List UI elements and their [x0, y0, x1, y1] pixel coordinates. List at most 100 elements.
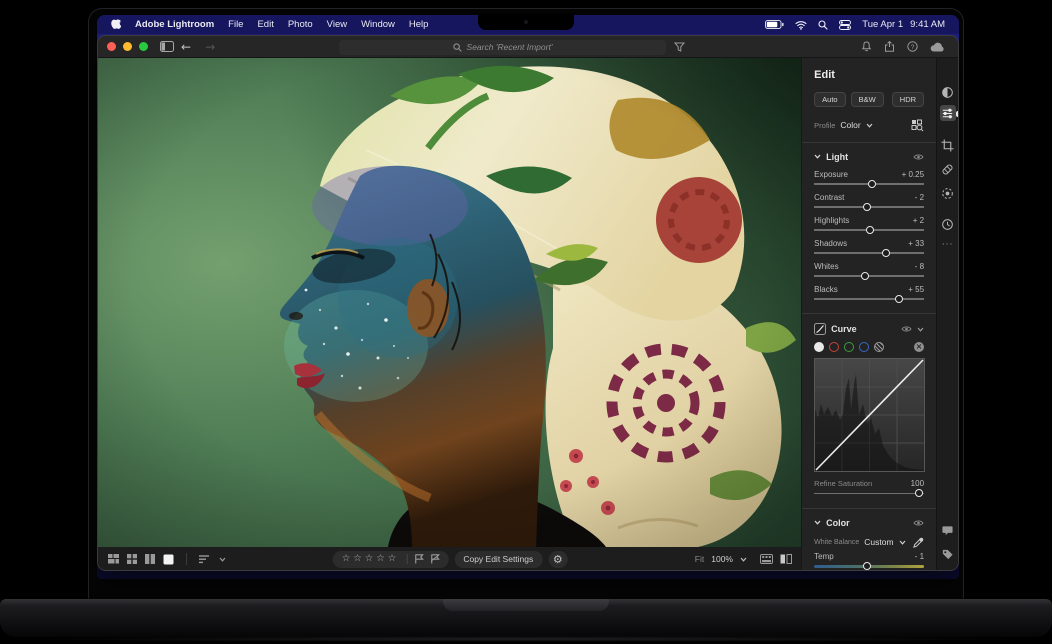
slider-knob[interactable]	[863, 203, 871, 211]
tone-adjust-tool[interactable]	[940, 84, 956, 100]
copy-edit-settings-button[interactable]: Copy Edit Settings	[454, 551, 542, 568]
slider-track[interactable]	[814, 179, 924, 188]
share-icon[interactable]	[884, 41, 895, 52]
slider-knob[interactable]	[866, 226, 874, 234]
slider-track[interactable]	[814, 271, 924, 280]
comments-button[interactable]	[940, 523, 956, 539]
pick-flag-icon[interactable]	[414, 554, 423, 564]
slider-track[interactable]	[814, 202, 924, 211]
slider-track[interactable]	[814, 294, 924, 303]
menu-photo[interactable]: Photo	[288, 19, 313, 30]
menubar-app-name[interactable]: Adobe Lightroom	[135, 19, 214, 30]
photo-canvas[interactable]: ☆☆☆☆☆ Copy Edit Settings	[98, 58, 801, 571]
before-after-icon[interactable]	[780, 554, 792, 564]
sliders-icon	[941, 107, 954, 120]
minimize-button[interactable]	[123, 42, 132, 51]
detail-view-icon[interactable]	[163, 554, 174, 565]
filmstrip-toggle-icon[interactable]	[760, 554, 773, 564]
versions-tool[interactable]	[940, 216, 956, 232]
eyedropper-icon[interactable]	[913, 537, 924, 548]
spotlight-search-icon[interactable]	[818, 20, 828, 30]
slider-value: - 8	[915, 262, 924, 271]
curve-reset-button[interactable]: ×	[914, 342, 924, 352]
slider-knob[interactable]	[861, 272, 869, 280]
zoom-level[interactable]: 100%	[711, 554, 733, 564]
menu-view[interactable]: View	[327, 19, 347, 30]
sidebar-toggle-icon[interactable]	[160, 41, 174, 52]
keywords-button[interactable]	[940, 546, 956, 562]
reject-flag-icon[interactable]	[430, 554, 439, 564]
filter-icon[interactable]	[674, 42, 685, 52]
star-rating[interactable]: ☆☆☆☆☆	[342, 554, 400, 564]
menu-file[interactable]: File	[228, 19, 243, 30]
search-input[interactable]: Search 'Recent Import'	[339, 40, 666, 55]
white-balance-value[interactable]: Custom	[864, 537, 893, 547]
healing-tool[interactable]	[940, 161, 956, 177]
menubar-clock[interactable]: 9:41 AM	[910, 19, 945, 30]
chevron-down-icon	[814, 154, 821, 159]
slider-knob[interactable]	[868, 180, 876, 188]
white-balance-caret-icon[interactable]	[899, 540, 906, 545]
slider-track[interactable]	[814, 248, 924, 257]
bw-button[interactable]: B&W	[851, 92, 884, 107]
refine-saturation-row: Refine Saturation 100	[814, 479, 924, 488]
battery-icon[interactable]	[765, 20, 784, 29]
sort-icon[interactable]	[199, 555, 211, 564]
crop-tool[interactable]	[940, 137, 956, 153]
profile-value[interactable]: Color	[840, 120, 860, 130]
titlebar-actions: ?	[861, 41, 949, 52]
square-grid-view-icon[interactable]	[127, 554, 137, 564]
menu-help[interactable]: Help	[409, 19, 429, 30]
wifi-icon[interactable]	[795, 20, 807, 30]
temp-slider[interactable]	[814, 562, 924, 571]
copy-edit-settings-label: Copy Edit Settings	[463, 554, 533, 564]
forward-button[interactable]: →	[205, 41, 215, 53]
refine-saturation-knob[interactable]	[915, 489, 923, 497]
control-center-icon[interactable]	[839, 20, 851, 30]
back-button[interactable]: ←	[181, 41, 191, 53]
color-section-header[interactable]: Color	[814, 518, 924, 528]
channel-all-button[interactable]	[814, 342, 824, 352]
color-visibility-eye-icon[interactable]	[913, 519, 924, 527]
color-section-title: Color	[826, 518, 850, 528]
slider-knob[interactable]	[895, 295, 903, 303]
auto-button[interactable]: Auto	[814, 92, 845, 107]
notifications-bell-icon[interactable]	[861, 41, 872, 52]
menu-window[interactable]: Window	[361, 19, 395, 30]
hdr-button[interactable]: HDR	[892, 92, 924, 107]
channel-parametric-button[interactable]	[874, 342, 884, 352]
photo-grid-view-icon[interactable]	[108, 554, 119, 564]
slider-track[interactable]	[814, 225, 924, 234]
slider-knob[interactable]	[882, 249, 890, 257]
channel-blue-button[interactable]	[859, 342, 869, 352]
tone-curve-chart[interactable]	[814, 358, 925, 472]
more-tools-button[interactable]: ···	[940, 237, 956, 253]
menu-edit[interactable]: Edit	[257, 19, 273, 30]
temp-knob[interactable]	[863, 562, 871, 570]
menubar-date[interactable]: Tue Apr 1	[862, 19, 903, 30]
compare-view-icon[interactable]	[145, 554, 155, 564]
edit-sliders-tool[interactable]	[940, 105, 956, 121]
close-button[interactable]	[107, 42, 116, 51]
fit-label[interactable]: Fit	[695, 554, 704, 564]
edit-settings-gear-button[interactable]: ⚙	[548, 551, 567, 568]
zoom-controls: Fit 100%	[695, 554, 792, 564]
channel-red-button[interactable]	[829, 342, 839, 352]
zoom-button[interactable]	[139, 42, 148, 51]
refine-saturation-slider[interactable]	[814, 489, 924, 498]
curve-visibility-eye-icon[interactable]	[901, 325, 912, 333]
profile-caret-icon[interactable]	[866, 123, 873, 128]
browse-profiles-icon[interactable]	[911, 119, 924, 132]
light-section-header[interactable]: Light	[814, 152, 924, 162]
curve-section-title: Curve	[831, 324, 857, 334]
cloud-sync-icon[interactable]	[930, 42, 945, 52]
zoom-caret-icon[interactable]	[740, 557, 747, 562]
apple-menu[interactable]	[111, 19, 121, 31]
help-icon[interactable]: ?	[907, 41, 918, 52]
curve-collapse-caret-icon[interactable]	[917, 327, 924, 332]
masking-tool[interactable]	[940, 185, 956, 201]
channel-green-button[interactable]	[844, 342, 854, 352]
light-visibility-eye-icon[interactable]	[913, 153, 924, 161]
curve-section-header[interactable]: Curve	[814, 323, 924, 335]
sort-caret-icon[interactable]	[219, 557, 226, 562]
